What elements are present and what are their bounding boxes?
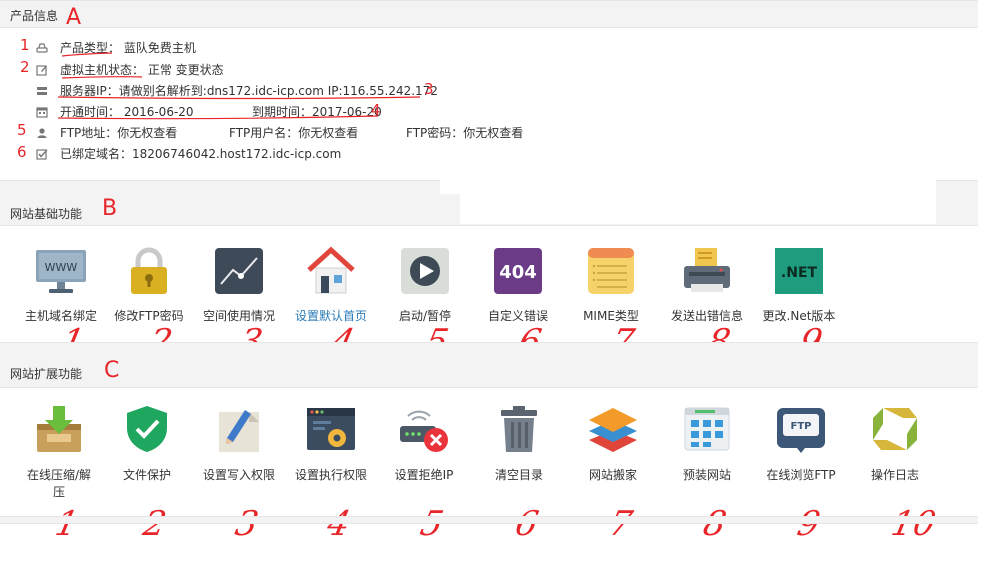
section-c-header: 网站扩展功能 xyxy=(0,342,978,388)
annotation-handwritten-number: 3 xyxy=(231,504,262,544)
annotation-letter-c: C xyxy=(104,358,120,383)
svg-text:WWW: WWW xyxy=(45,261,78,274)
tile-label: 主机域名绑定 xyxy=(24,309,97,323)
annotation-handwritten-number: 2 xyxy=(139,504,170,544)
dotnet-icon: .NET xyxy=(773,246,825,296)
annotation-handwritten-number: 5 xyxy=(416,504,447,544)
tile-label: 在线压缩/解压 xyxy=(26,468,92,499)
header-gap-2 xyxy=(460,180,936,224)
www-monitor-icon: WWW xyxy=(35,246,87,296)
tile-label: 清空目录 xyxy=(494,468,543,482)
annotation-handwritten-number: 6 xyxy=(511,504,542,544)
annotation-handwritten-number: 1 xyxy=(51,504,82,544)
annotation-handwritten-number: 10 xyxy=(887,504,940,544)
annotation-underlines xyxy=(57,52,421,120)
bottom-strip xyxy=(0,516,978,524)
tile-label: 操作日志 xyxy=(870,468,919,482)
annotation-handwritten-number: 7 xyxy=(605,504,636,544)
annotation-handwritten-number: 9 xyxy=(793,504,824,544)
tile-label: 设置默认首页 xyxy=(294,309,367,323)
gear-window-icon xyxy=(305,404,357,454)
layers-icon xyxy=(587,404,639,454)
tile-label: 发送出错信息 xyxy=(670,309,743,323)
section-b-title: 网站基础功能 xyxy=(10,207,83,221)
tile-label: 预装网站 xyxy=(682,468,731,482)
archive-download-icon xyxy=(33,404,85,454)
recycle-log-icon xyxy=(869,404,921,454)
shield-check-icon xyxy=(121,404,173,454)
tile-label: 设置执行权限 xyxy=(294,468,367,482)
tile-label: 文件保护 xyxy=(122,468,171,482)
svg-text:404: 404 xyxy=(499,262,537,283)
ftp-browser-icon: FTP xyxy=(775,404,827,454)
tile-label: MIME类型 xyxy=(583,309,639,323)
tile-label: 设置写入权限 xyxy=(202,468,275,482)
annotation-letter-b: B xyxy=(102,196,118,221)
tile-label: 空间使用情况 xyxy=(202,309,275,323)
error-404-icon: 404 xyxy=(492,246,544,296)
padlock-icon xyxy=(123,246,175,296)
trash-icon xyxy=(493,404,545,454)
tile-label: 在线浏览FTP xyxy=(766,468,836,482)
home-icon xyxy=(305,246,357,296)
tile-label: 自定义错误 xyxy=(487,309,548,323)
pencil-doc-icon xyxy=(213,404,265,454)
svg-text:FTP: FTP xyxy=(791,421,812,432)
tile-label: 网站搬家 xyxy=(588,468,637,482)
printer-icon xyxy=(681,246,733,296)
section-c-title: 网站扩展功能 xyxy=(10,367,83,381)
annotation-handwritten-number: 4 xyxy=(323,504,354,544)
svg-text:.NET: .NET xyxy=(781,265,818,281)
tile-label: 更改.Net版本 xyxy=(762,309,836,323)
grid-window-icon xyxy=(681,404,733,454)
annotation-handwritten-number: 8 xyxy=(699,504,730,544)
chart-icon xyxy=(213,246,265,296)
tile-label: 修改FTP密码 xyxy=(114,309,184,323)
play-icon xyxy=(399,246,451,296)
router-deny-icon xyxy=(398,404,450,454)
tile-label: 启动/暂停 xyxy=(398,309,452,323)
header-gap xyxy=(440,180,460,194)
tile-label: 设置拒绝IP xyxy=(394,468,454,482)
notepad-icon xyxy=(585,246,637,296)
